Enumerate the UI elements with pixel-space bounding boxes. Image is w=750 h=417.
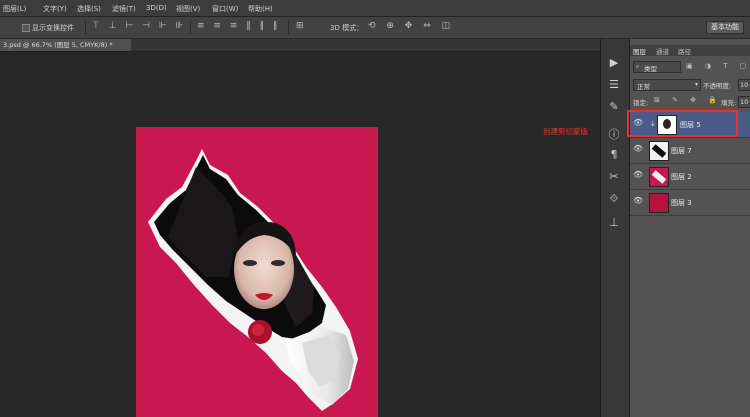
tab-channels[interactable]: 通道 [656,46,669,56]
fill-field[interactable]: 10 [738,96,750,108]
tab-paths[interactable]: 路径 [678,46,691,56]
annotation-text: 创建剪切蒙版 [543,127,588,136]
layer-thumbnail [649,193,669,213]
adjust-icon[interactable]: ⟐ [605,191,623,207]
menu-filter[interactable]: 滤镜(T) [112,4,136,14]
layer-name[interactable]: 图层 7 [671,146,692,156]
lock-icons[interactable]: ⊠ ✎ ✥ 🔒 [654,96,722,104]
menu-3d[interactable]: 3D(D) [146,4,167,12]
eye-icon[interactable]: 👁 [633,170,643,180]
separator [288,21,289,34]
align-icons[interactable]: ⊤ ⊥ ⊢ ⊣ ⊩ ⊪ [92,21,186,31]
eye-icon[interactable]: 👁 [633,144,643,154]
annotation-highlight-box [627,110,738,137]
history-icon[interactable]: ☰ [605,77,623,93]
opacity-label: 不透明度: [703,82,732,90]
opacity-value: 10 [740,81,749,89]
3d-mode-icons[interactable]: ⟲ ⊕ ✥ ⇔ ◫ [368,21,454,31]
menu-help[interactable]: 帮助(H) [248,4,273,14]
menu-type[interactable]: 文字(Y) [43,4,67,14]
layer-filter-icons[interactable]: ▣ ◑ T ▢ ◈ [686,62,750,70]
options-bar: 显示变换控件 ⊤ ⊥ ⊢ ⊣ ⊩ ⊪ ≡ ≡ ≡ ‖ ‖ ‖ ⊞ 3D 模式： … [0,17,750,39]
document-tab-bar: 3.psd @ 66.7% (图层 5, CMYK/8) * [0,39,600,52]
info-icon[interactable]: ⓘ [605,127,623,143]
auto-align-icon[interactable]: ⊞ [296,21,304,31]
layer-row-2[interactable]: 👁 图层 2 [630,164,750,190]
eye-icon[interactable]: 👁 [633,196,643,206]
document-canvas[interactable] [136,127,378,417]
fill-value: 10 [740,98,749,106]
menu-view[interactable]: 视图(V) [176,4,200,14]
blend-mode-value: 正常 [637,83,650,91]
layer-name[interactable]: 图层 3 [671,198,692,208]
tools-icon[interactable]: ✂ [605,169,623,185]
menu-bar: 图层(L) 文字(Y) 选择(S) 滤镜(T) 3D(D) 视图(V) 窗口(W… [0,0,750,17]
document-tab[interactable]: 3.psd @ 66.7% (图层 5, CMYK/8) * [0,39,131,51]
layer-thumbnail [649,167,669,187]
distribute-icons[interactable]: ≡ ≡ ≡ ‖ ‖ ‖ [197,21,280,31]
play-icon[interactable]: ▶ [605,55,623,71]
search-icon: ⌕ [636,63,640,70]
tab-layers[interactable]: 图层 [633,46,646,56]
show-transform-label: 显示变换控件 [32,24,74,32]
layer-name[interactable]: 图层 2 [671,172,692,182]
filter-kind-select[interactable]: ⌕ 类型 [633,61,681,73]
layer-thumbnail [649,141,669,161]
fill-label: 填充: [721,99,737,107]
blend-mode-select[interactable]: 正常 ▾ [633,79,701,91]
menu-layer[interactable]: 图层(L) [3,4,26,14]
panel-tabs: 图层 通道 路径 [630,45,750,56]
brush-icon[interactable]: ✎ [605,99,623,115]
filter-kind-value: 类型 [644,65,657,73]
layer-row-3[interactable]: 👁 图层 3 [630,190,750,216]
menu-select[interactable]: 选择(S) [77,4,101,14]
opacity-field[interactable]: 10 [738,79,750,91]
menu-window[interactable]: 窗口(W) [212,4,238,14]
lock-label: 锁定: [633,99,649,107]
3d-mode-label: 3D 模式： [330,24,364,32]
levels-icon[interactable]: ⊥ [605,215,623,231]
layer-row-7[interactable]: 👁 图层 7 [630,138,750,164]
paragraph-icon[interactable]: ¶ [605,147,623,163]
chevron-down-icon: ▾ [694,81,698,88]
separator [85,21,86,34]
show-transform-checkbox[interactable] [22,24,30,32]
layers-panel: 图层 通道 路径 ⌕ 类型 ▣ ◑ T ▢ ◈ 正常 ▾ 不透明度: 10 锁定… [629,39,750,417]
artwork-image [148,149,358,411]
workspace-switcher[interactable]: 基本功能 [706,21,744,34]
separator [190,21,191,34]
